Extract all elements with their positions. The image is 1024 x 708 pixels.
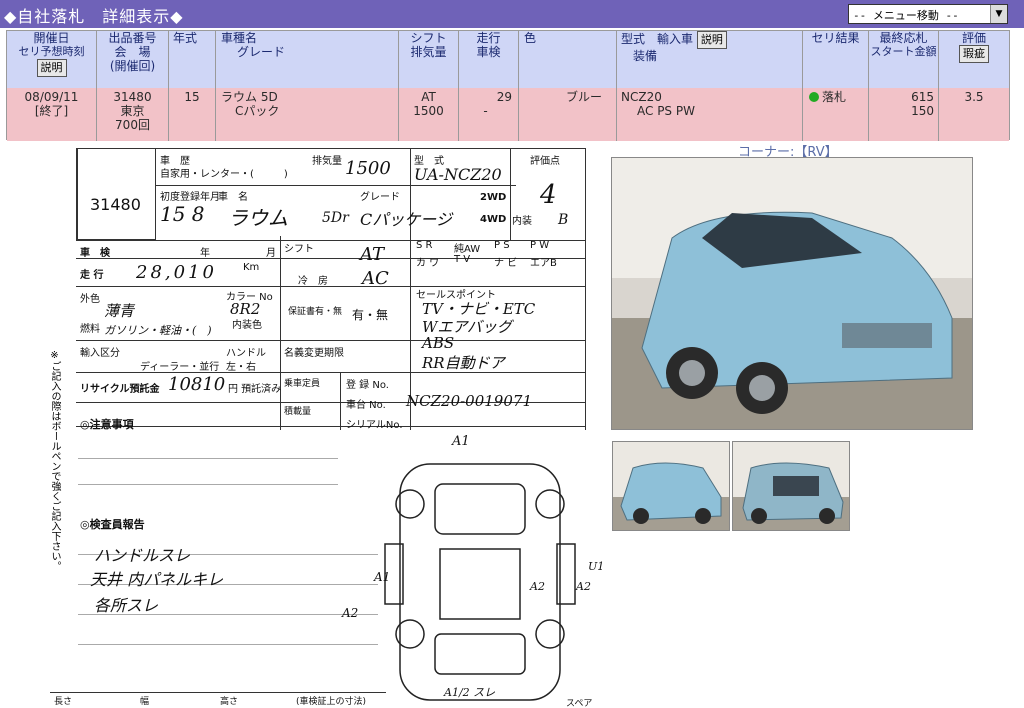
sheet-shift: AT: [360, 244, 385, 265]
sheet-mileage: 28,010: [136, 262, 217, 283]
sheet-recycle: 10810: [168, 374, 226, 395]
header-price: 最終応札 スタート金額: [869, 31, 939, 88]
lot-table: 開催日 セリ予想時刻 説明 出品番号会 場 (開催回) 年式 車種名 グレード シフ…: [6, 30, 1010, 141]
row-model: ラウム 5D Cパック: [216, 88, 399, 141]
sheet-ac: AC: [362, 268, 389, 289]
row-color: ブルー: [519, 88, 617, 141]
defect-button[interactable]: 瑕疵: [959, 45, 989, 63]
sheet-grade-name: Cパッケージ: [360, 210, 452, 229]
header-lot: 出品番号会 場 (開催回): [97, 31, 169, 88]
sheet-side-note: ※ご記入の際はボールペンで強くご記入下さい。: [49, 350, 60, 571]
row-price: 615 150: [869, 88, 939, 141]
inspector-note-1: ハンドルスレ: [94, 546, 191, 565]
header-mileage: 走行 車検: [459, 31, 519, 88]
car-photo-thumb-rear[interactable]: [732, 441, 850, 531]
sheet-car-name: ラウム: [228, 206, 288, 230]
header-type: 型式 輸入車 説明 装備: [617, 31, 803, 88]
inspector-note-2: 天井 内パネルキレ: [90, 570, 224, 589]
header-year: 年式: [169, 31, 216, 88]
header-model: 車種名 グレード: [216, 31, 399, 88]
sheet-displacement: 1500: [345, 158, 391, 179]
header-shift: シフト 排気量: [399, 31, 459, 88]
header-rating: 評価 瑕疵: [939, 31, 1009, 88]
row-result: 落札: [803, 88, 869, 141]
page-title: ◆自社落札 詳細表示◆: [4, 7, 184, 26]
date-explain-button[interactable]: 説明: [36, 59, 67, 77]
sheet-chassis: NCZ20-0019071: [406, 392, 532, 410]
import-explain-button[interactable]: 説明: [696, 31, 727, 49]
menu-select-value: -- メニュー移動 --: [853, 9, 959, 22]
row-year: 15: [169, 88, 216, 141]
row-rating: 3.5: [939, 88, 1009, 141]
row-mileage: 29-: [459, 88, 519, 141]
sheet-outer-color: 薄青: [104, 302, 135, 320]
row-date: 08/09/11 [終了]: [7, 88, 97, 141]
chevron-down-icon[interactable]: ▼: [990, 5, 1007, 23]
sheet-lot-number: 31480: [90, 195, 141, 214]
sheet-interior-grade: B: [558, 212, 569, 228]
sheet-grade-point: 4: [540, 180, 557, 210]
car-photo-thumb-front[interactable]: [612, 441, 730, 531]
sheet-model-type: UA-NCZ20: [414, 165, 502, 184]
header-date: 開催日 セリ予想時刻 説明: [7, 31, 97, 88]
inspector-note-3: 各所スレ: [94, 596, 159, 615]
row-lot: 31480 東京 700回: [97, 88, 169, 141]
sheet-reg-date: 15 8: [160, 202, 205, 226]
header-color: 色: [519, 31, 617, 88]
top-bar: ◆自社落札 詳細表示◆ -- メニュー移動 -- ▼: [0, 0, 1024, 28]
car-photo-main[interactable]: [611, 157, 973, 430]
car-diagram: [384, 463, 576, 701]
row-type: NCZ20 AC PS PW: [617, 88, 803, 141]
header-result: セリ結果: [803, 31, 869, 88]
menu-select[interactable]: -- メニュー移動 -- ▼: [848, 4, 1008, 24]
auction-sheet: ※ご記入の際はボールペンで強くご記入下さい。 31480 車 歴 自家用・レンタ…: [40, 140, 604, 708]
row-shift: AT 1500: [399, 88, 459, 141]
status-dot-icon: [809, 92, 819, 102]
